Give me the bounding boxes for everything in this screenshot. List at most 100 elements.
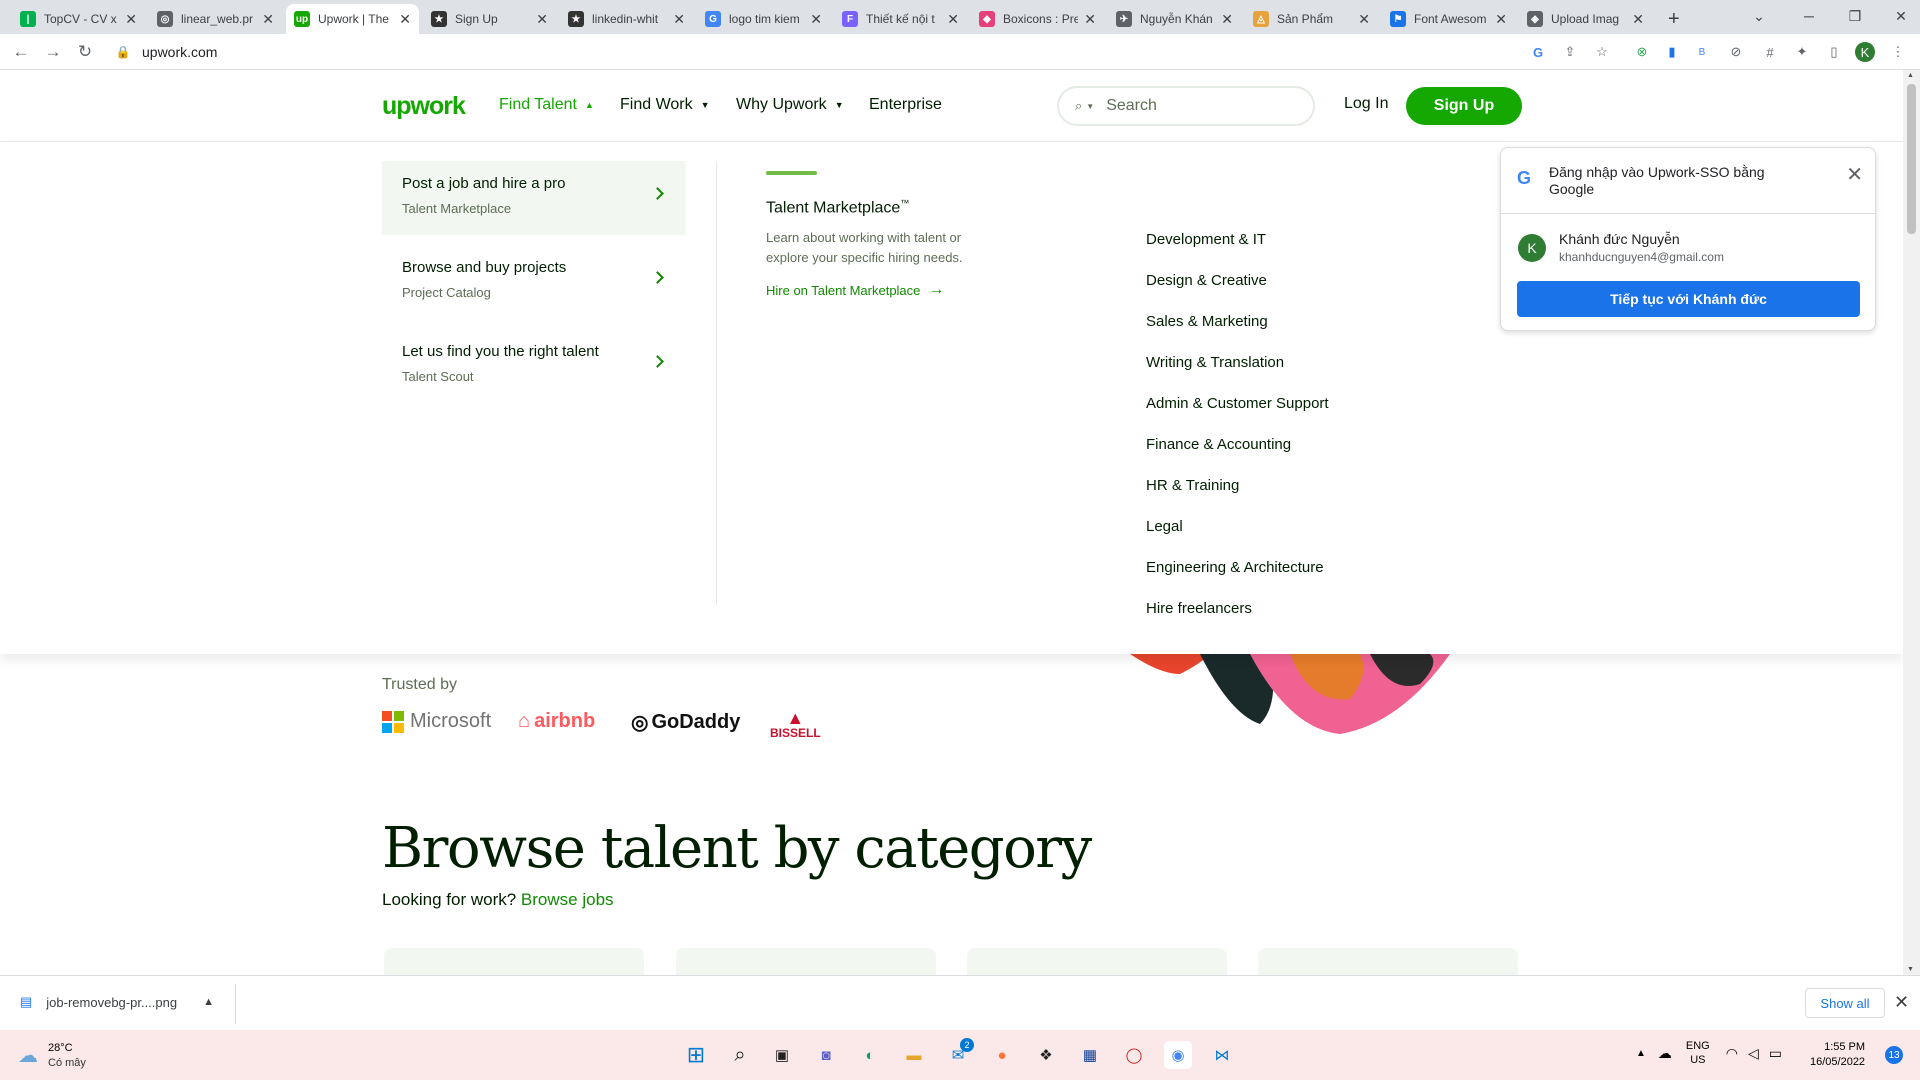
lock-icon[interactable]: 🔒 (112, 41, 134, 63)
category-link[interactable]: HR & Training (1146, 477, 1239, 494)
extension-icon[interactable]: ⊘ (1726, 42, 1746, 62)
menu-item-post-job[interactable]: Post a job and hire a pro Talent Marketp… (382, 161, 686, 235)
onedrive-icon[interactable]: ☁ (1658, 1045, 1672, 1062)
category-card[interactable] (1258, 948, 1518, 978)
browser-tab[interactable]: ◆ Boxicons : Pre ✕ (971, 4, 1104, 34)
browse-jobs-link[interactable]: Browse jobs (521, 890, 614, 909)
continue-button[interactable]: Tiếp tục với Khánh đức (1517, 281, 1860, 317)
back-icon[interactable]: ← (10, 41, 32, 63)
scroll-up-icon[interactable]: ▲ (1907, 72, 1914, 79)
extension-icon[interactable]: ▮ (1662, 42, 1682, 62)
window-close-icon[interactable]: ✕ (1878, 0, 1920, 32)
menu-item-browse-projects[interactable]: Browse and buy projects Project Catalog (382, 245, 686, 319)
wifi-icon[interactable]: ◠ (1726, 1045, 1738, 1062)
browser-tab[interactable]: ◬ Sản Phẩm ✕ (1245, 4, 1378, 34)
signup-button[interactable]: Sign Up (1406, 87, 1522, 125)
browser-tab[interactable]: up Upwork | The ✕ (286, 4, 419, 34)
google-icon[interactable]: G (1528, 42, 1548, 62)
tab-close-icon[interactable]: ✕ (1632, 11, 1644, 28)
battery-icon[interactable]: ▭ (1769, 1045, 1782, 1062)
browser-tab[interactable]: ⚑ Font Awesom ✕ (1382, 4, 1515, 34)
tab-search-icon[interactable]: ⌄ (1736, 0, 1782, 32)
edge-icon[interactable]: ◐ (856, 1041, 884, 1069)
show-all-button[interactable]: Show all (1805, 988, 1885, 1018)
browser-tab[interactable]: ✈ Nguyễn Khán ✕ (1108, 4, 1241, 34)
category-link[interactable]: Sales & Marketing (1146, 313, 1268, 330)
search-icon[interactable]: ⌕ (726, 1041, 754, 1069)
notification-badge[interactable]: 13 (1885, 1046, 1903, 1064)
forward-icon[interactable]: → (42, 41, 64, 63)
category-link[interactable]: Admin & Customer Support (1146, 395, 1329, 412)
task-view-icon[interactable]: ▣ (768, 1041, 796, 1069)
chevron-down-icon[interactable]: ▼ (1086, 102, 1094, 111)
category-link[interactable]: Legal (1146, 518, 1183, 535)
tab-close-icon[interactable]: ✕ (1084, 11, 1096, 28)
nav-find-talent[interactable]: Find Talent ▲ (499, 96, 594, 114)
download-item[interactable]: ▤ job-removebg-pr....png ▲ (20, 994, 214, 1010)
browser-tab[interactable]: ◎ linear_web.pr ✕ (149, 4, 282, 34)
extension-icon[interactable]: ⊗ (1632, 42, 1652, 62)
tab-close-icon[interactable]: ✕ (262, 11, 274, 28)
file-explorer-icon[interactable]: ▬ (900, 1041, 928, 1069)
nav-enterprise[interactable]: Enterprise (869, 96, 942, 114)
category-link[interactable]: Design & Creative (1146, 272, 1267, 289)
page-scrollbar[interactable]: ▲ ▼ (1903, 70, 1920, 975)
firefox-icon[interactable]: ● (988, 1041, 1016, 1069)
category-card[interactable] (676, 948, 936, 978)
puzzle-icon[interactable]: ✦ (1792, 42, 1812, 62)
opera-icon[interactable]: ◯ (1120, 1041, 1148, 1069)
browser-tab[interactable]: ★ Sign Up ✕ (423, 4, 556, 34)
tab-close-icon[interactable]: ✕ (399, 11, 411, 28)
close-icon[interactable]: ✕ (1894, 992, 1909, 1013)
language-indicator[interactable]: ENG US (1686, 1039, 1710, 1067)
share-icon[interactable]: ⇪ (1560, 42, 1580, 62)
browser-tab[interactable]: ◈ Upload Imag ✕ (1519, 4, 1652, 34)
tab-close-icon[interactable]: ✕ (947, 11, 959, 28)
browser-tab[interactable]: ★ linkedin-whit ✕ (560, 4, 693, 34)
category-link[interactable]: Writing & Translation (1146, 354, 1284, 371)
menu-dots-icon[interactable]: ⋮ (1888, 42, 1908, 62)
clock[interactable]: 1:55 PM 16/05/2022 (1810, 1040, 1865, 1070)
tab-close-icon[interactable]: ✕ (1495, 11, 1507, 28)
extension-icon[interactable]: B (1692, 42, 1712, 62)
windows-start-icon[interactable]: ⊞ (682, 1041, 710, 1069)
new-tab-button[interactable]: + (1660, 4, 1690, 34)
account-email[interactable]: khanhducnguyen4@gmail.com (1559, 250, 1724, 264)
close-icon[interactable]: ✕ (1846, 162, 1863, 187)
vscode-icon[interactable]: ⋈ (1208, 1041, 1236, 1069)
login-link[interactable]: Log In (1344, 95, 1388, 113)
minimize-icon[interactable]: ─ (1786, 0, 1832, 32)
address-bar[interactable]: upwork.com (142, 44, 217, 60)
extension-icon[interactable]: # (1760, 42, 1780, 62)
tab-close-icon[interactable]: ✕ (1221, 11, 1233, 28)
category-card[interactable] (967, 948, 1227, 978)
nav-find-work[interactable]: Find Work ▼ (620, 96, 710, 114)
scrollbar-thumb[interactable] (1907, 84, 1916, 234)
category-link[interactable]: Finance & Accounting (1146, 436, 1291, 453)
tab-close-icon[interactable]: ✕ (1358, 11, 1370, 28)
hire-talent-marketplace-link[interactable]: Hire on Talent Marketplace → (766, 281, 944, 299)
tab-close-icon[interactable]: ✕ (810, 11, 822, 28)
category-link[interactable]: Hire freelancers (1146, 600, 1252, 617)
dropbox-icon[interactable]: ❖ (1032, 1041, 1060, 1069)
restore-icon[interactable]: ❐ (1832, 0, 1878, 32)
chat-icon[interactable]: ◙ (812, 1041, 840, 1069)
browser-tab[interactable]: | TopCV - CV x ✕ (12, 4, 145, 34)
browser-tab[interactable]: F Thiết kế nội t ✕ (834, 4, 967, 34)
chevron-up-icon[interactable]: ▲ (1636, 1048, 1646, 1059)
chevron-up-icon[interactable]: ▲ (203, 996, 214, 1008)
reload-icon[interactable]: ↻ (74, 41, 96, 63)
bookmark-star-icon[interactable]: ☆ (1592, 42, 1612, 62)
tab-close-icon[interactable]: ✕ (125, 11, 137, 28)
tab-close-icon[interactable]: ✕ (536, 11, 548, 28)
category-link[interactable]: Development & IT (1146, 231, 1266, 248)
chrome-icon[interactable]: ◉ (1164, 1041, 1192, 1069)
app-icon[interactable]: ▦ (1076, 1041, 1104, 1069)
category-card[interactable] (384, 948, 644, 978)
category-link[interactable]: Engineering & Architecture (1146, 559, 1324, 576)
tab-close-icon[interactable]: ✕ (673, 11, 685, 28)
search-input[interactable]: ⌕ ▼ Search (1057, 86, 1315, 126)
account-name[interactable]: Khánh đức Nguyễn (1559, 231, 1680, 247)
weather-widget[interactable]: ☁ 28°C Có mây (18, 1042, 86, 1069)
upwork-logo[interactable]: upwork (382, 92, 466, 121)
